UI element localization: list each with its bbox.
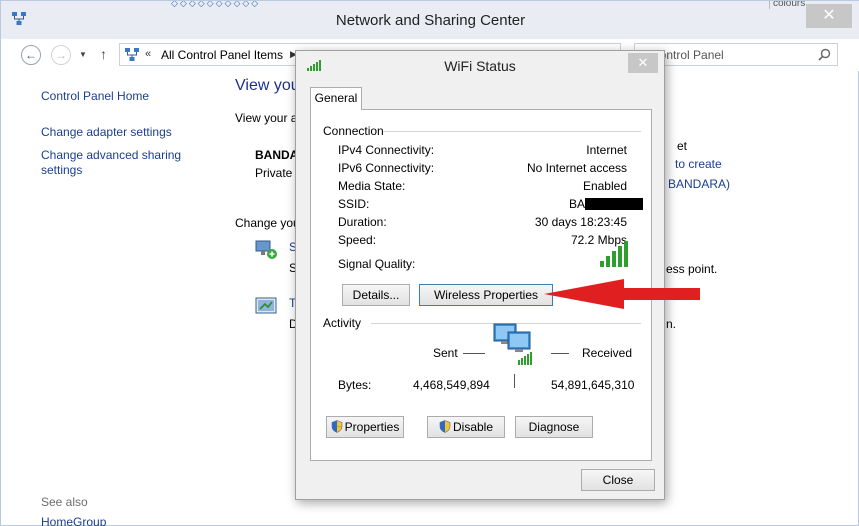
tab-general[interactable]: General — [310, 87, 362, 110]
close-button[interactable]: Close — [581, 469, 655, 491]
page-title: View you — [235, 77, 300, 94]
bytes-label: Bytes: — [338, 378, 372, 392]
background-toolbar-strip: ◇◇◇◇◇◇◇◇◇◇ — [171, 1, 261, 7]
recent-locations-dropdown[interactable]: ▼ — [79, 50, 87, 59]
disable-button[interactable]: Disable — [427, 416, 505, 438]
back-button[interactable]: ← — [21, 45, 41, 65]
ipv6-label: IPv6 Connectivity: — [338, 161, 435, 175]
ssid-value: BA — [568, 197, 585, 211]
search-icon[interactable] — [818, 48, 831, 61]
main-titlebar[interactable]: ◇◇◇◇◇◇◇◇◇◇ colours Network and Sharing C… — [1, 1, 859, 39]
active-networks-label: View your a — [235, 111, 298, 125]
homegroup-create-link[interactable]: to create — [675, 157, 722, 171]
network-name: BANDA — [255, 148, 299, 162]
homegroup-link[interactable]: HomeGroup — [41, 515, 106, 526]
signal-bar — [600, 261, 604, 267]
breadcrumb-overflow-icon[interactable]: « — [145, 48, 151, 60]
dialog-title: WiFi Status — [444, 58, 516, 74]
details-button[interactable]: Details... — [342, 284, 410, 306]
window-title: Network and Sharing Center — [335, 12, 526, 29]
bytes-sent-value: 4,468,549,894 — [413, 378, 490, 392]
sidebar-item-control-panel-home[interactable]: Control Panel Home — [41, 89, 201, 104]
search-input[interactable] — [641, 46, 811, 63]
control-panel-icon — [125, 48, 139, 61]
media-state-value: Enabled — [582, 179, 627, 193]
bytes-divider — [514, 374, 515, 388]
see-also-heading: See also — [41, 495, 88, 509]
breadcrumb-all-control-panel-items[interactable]: All Control Panel Items — [161, 48, 283, 62]
properties-button-label: Properties — [344, 420, 400, 434]
sidebar-item-change-adapter-settings[interactable]: Change adapter settings — [41, 125, 201, 140]
up-button[interactable]: ↑ — [100, 46, 107, 62]
wireless-properties-button[interactable]: Wireless Properties — [419, 284, 553, 306]
wifi-status-dialog: WiFi Status ✕ General Connection IPv4 Co… — [295, 50, 665, 500]
signal-bar — [618, 246, 622, 267]
signal-quality-label: Signal Quality: — [338, 257, 416, 271]
signal-bar — [624, 241, 628, 267]
sidebar-item-change-advanced-sharing-settings[interactable]: Change advanced sharing settings — [41, 148, 191, 178]
received-line — [551, 353, 569, 354]
troubleshoot-description-partial: n. — [666, 317, 677, 331]
diagnose-button[interactable]: Diagnose — [515, 416, 593, 438]
media-state-label: Media State: — [338, 179, 406, 193]
activity-group-title: Activity — [323, 316, 362, 330]
access-type-partial: et — [677, 139, 688, 153]
dialog-titlebar[interactable]: WiFi Status ✕ — [296, 51, 664, 81]
duration-label: Duration: — [338, 215, 387, 229]
network-computers-icon — [493, 323, 532, 365]
connection-wifi-link[interactable]: BANDARA) — [668, 177, 730, 191]
ssid-redaction — [585, 198, 643, 210]
setup-description-partial: ess point. — [666, 262, 718, 276]
sent-line — [463, 353, 485, 354]
bytes-received-value: 54,891,645,310 — [551, 378, 635, 392]
duration-value: 30 days 18:23:45 — [534, 215, 627, 229]
signal-quality-icon — [600, 241, 628, 267]
connection-group-divider — [383, 131, 641, 132]
forward-button[interactable]: → — [51, 45, 71, 65]
sidebar: Control Panel Home Change adapter settin… — [1, 71, 216, 526]
uac-shield-icon — [439, 420, 451, 433]
received-label: Received — [582, 346, 633, 360]
properties-button[interactable]: Properties — [326, 416, 404, 438]
change-settings-label: Change you — [235, 216, 300, 230]
ipv4-label: IPv4 Connectivity: — [338, 143, 435, 157]
network-type: Private — [255, 166, 293, 180]
red-pointer-arrow — [544, 279, 700, 309]
main-close-button[interactable]: ✕ — [806, 4, 852, 28]
setup-connection-icon — [255, 240, 277, 259]
connection-group-title: Connection — [323, 124, 384, 138]
ipv4-value: Internet — [586, 143, 627, 157]
ipv6-value: No Internet access — [526, 161, 627, 175]
ssid-label: SSID: — [338, 197, 370, 211]
sent-label: Sent — [433, 346, 458, 360]
signal-bar — [612, 251, 616, 267]
dialog-close-button[interactable]: ✕ — [628, 53, 658, 73]
troubleshoot-icon — [255, 297, 277, 314]
disable-button-label: Disable — [452, 420, 494, 434]
signal-bar — [606, 256, 610, 267]
speed-label: Speed: — [338, 233, 377, 247]
uac-shield-icon — [331, 420, 342, 433]
